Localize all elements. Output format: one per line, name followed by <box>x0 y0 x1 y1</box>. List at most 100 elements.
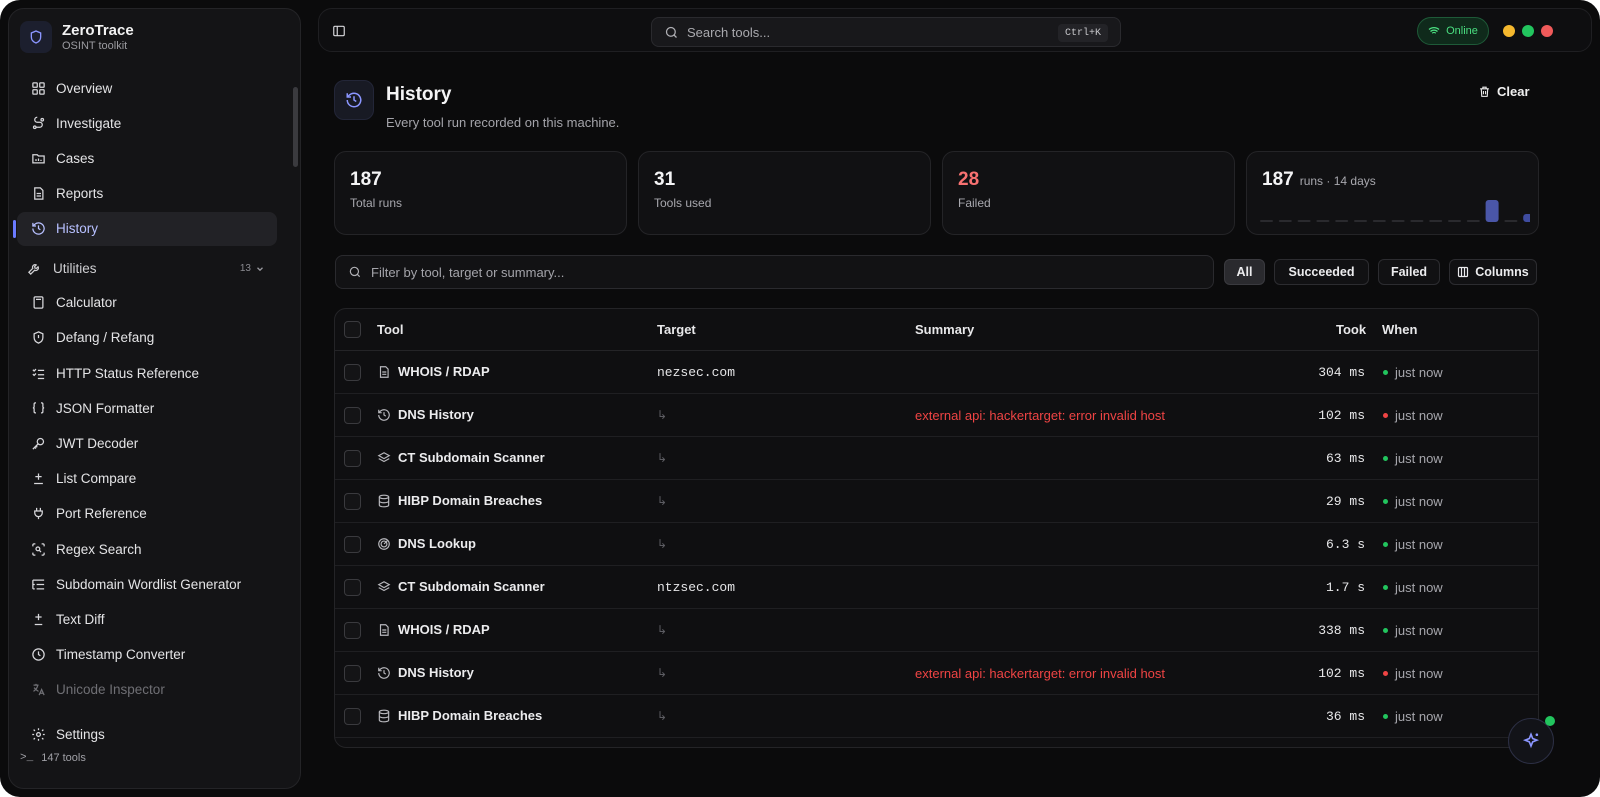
app-subtitle: OSINT toolkit <box>62 39 128 52</box>
table-row[interactable]: DNS Lookup ↳ 6.3 s just now <box>335 523 1538 566</box>
column-header-target[interactable]: Target <box>657 322 696 337</box>
sidebar-item-history[interactable]: History <box>13 211 277 246</box>
table-row[interactable]: WHOIS / RDAP nezsec.com 304 ms just now <box>335 351 1538 394</box>
columns-button[interactable]: Columns <box>1449 259 1537 285</box>
row-checkbox[interactable] <box>344 450 361 467</box>
online-status-label: Online <box>1446 25 1478 37</box>
sidebar-item-cases[interactable]: Cases <box>17 141 277 175</box>
sidebar-item-overview[interactable]: Overview <box>17 71 277 105</box>
tool-cell: WHOIS / RDAP <box>377 364 490 379</box>
app-name: ZeroTrace <box>62 21 134 39</box>
row-checkbox[interactable] <box>344 364 361 381</box>
success-status-dot <box>1383 499 1388 504</box>
database-icon <box>378 494 390 507</box>
sidebar-item-timestamp-converter[interactable]: Timestamp Converter <box>17 638 277 672</box>
sparkline-bar <box>1297 220 1311 222</box>
row-checkbox[interactable] <box>344 493 361 510</box>
keyboard-shortcut: Ctrl+K <box>1057 24 1108 42</box>
column-header-when[interactable]: When <box>1382 322 1417 337</box>
summary-cell: external api: hackertarget: error invali… <box>915 666 1166 681</box>
sidebar-item-label: Port Reference <box>56 506 147 522</box>
column-header-summary[interactable]: Summary <box>915 322 974 337</box>
sidebar-scrollbar[interactable] <box>293 87 298 167</box>
wifi-icon <box>1428 27 1440 36</box>
history-page-icon <box>334 80 374 120</box>
row-checkbox[interactable] <box>344 622 361 639</box>
close-button[interactable] <box>1541 25 1553 37</box>
sidebar-item-http-status[interactable]: HTTP Status Reference <box>17 356 277 390</box>
table-row[interactable]: CT Subdomain Scanner ntzsec.com 1.7 s just … <box>335 566 1538 609</box>
sidebar-item-unicode-inspector[interactable]: Unicode Inspector <box>17 673 277 707</box>
page-subtitle: Every tool run recorded on this machine. <box>386 115 620 130</box>
sidebar-item-regex-search[interactable]: Regex Search <box>17 532 277 566</box>
table-row[interactable]: HIBP Domain Breaches ↳ 29 ms just now <box>335 480 1538 523</box>
sidebar-item-settings[interactable]: Settings <box>17 717 285 751</box>
row-checkbox[interactable] <box>344 708 361 725</box>
target-cell: ↳ <box>657 451 668 465</box>
sidebar-item-investigate[interactable]: Investigate <box>17 106 277 140</box>
table-row[interactable]: HIBP Domain Breaches ↳ 36 ms just now <box>335 695 1538 738</box>
row-checkbox[interactable] <box>344 536 361 553</box>
table-row[interactable]: DNS History ↳ external api: hackertarget: … <box>335 652 1538 695</box>
tool-name: HIBP Domain Breaches <box>398 493 543 508</box>
sparkline-bar <box>1391 220 1405 222</box>
sidebar-toggle-icon[interactable] <box>332 24 346 38</box>
utilities-section-toggle[interactable]: Utilities 13 <box>17 252 277 286</box>
wrench-icon <box>27 261 45 276</box>
row-checkbox[interactable] <box>344 407 361 424</box>
filter-chip-all[interactable]: All <box>1224 259 1265 285</box>
utilities-count: 13 <box>240 263 265 274</box>
file-text-icon <box>379 623 389 636</box>
tool-cell: HIBP Domain Breaches <box>377 708 542 723</box>
sidebar-item-port-reference[interactable]: Port Reference <box>17 497 277 531</box>
sidebar-item-subdomain-wordlist[interactable]: Subdomain Wordlist Generator <box>17 567 277 601</box>
search-tools-input[interactable]: Search tools... Ctrl+K <box>651 17 1121 47</box>
app-window: ZeroTrace OSINT toolkit Overview Investi… <box>0 0 1600 797</box>
tool-cell: HIBP Domain Breaches <box>377 493 542 508</box>
sidebar-item-label: Regex Search <box>56 541 142 557</box>
row-checkbox[interactable] <box>344 579 361 596</box>
clear-label: Clear <box>1497 84 1530 99</box>
stat-card-activity: 187 runs · 14 days <box>1246 151 1539 235</box>
settings-label: Settings <box>56 726 105 742</box>
column-header-tool[interactable]: Tool <box>377 322 403 337</box>
took-cell: 338 ms <box>1318 623 1365 638</box>
maximize-button[interactable] <box>1522 25 1534 37</box>
filter-input[interactable]: Filter by tool, target or summary... <box>335 255 1214 289</box>
list-tree-icon <box>29 575 47 593</box>
select-all-checkbox[interactable] <box>344 321 361 338</box>
clear-history-button[interactable]: Clear <box>1478 84 1530 99</box>
layers-icon <box>377 580 391 591</box>
sidebar-item-label: History <box>56 221 99 237</box>
sidebar-item-text-diff[interactable]: Text Diff <box>17 602 277 636</box>
brand[interactable]: ZeroTrace OSINT toolkit <box>20 21 134 53</box>
gear-icon <box>29 725 47 743</box>
search-icon <box>664 25 679 40</box>
filter-chip-succeeded[interactable]: Succeeded <box>1274 259 1369 285</box>
sidebar-item-jwt-decoder[interactable]: JWT Decoder <box>17 427 277 461</box>
sidebar-item-json-formatter[interactable]: JSON Formatter <box>17 391 277 425</box>
table-row[interactable]: DNS History ↳ external api: hackertarget: … <box>335 394 1538 437</box>
target-cell: ↳ <box>657 537 668 551</box>
sidebar-item-reports[interactable]: Reports <box>17 177 277 211</box>
sidebar-item-label: JWT Decoder <box>56 436 139 451</box>
compare-icon <box>29 470 47 488</box>
sidebar-item-defang[interactable]: Defang / Refang <box>17 321 277 355</box>
column-header-took[interactable]: Took <box>1336 322 1366 337</box>
search-icon <box>348 265 362 279</box>
row-checkbox[interactable] <box>344 665 361 682</box>
sparkline-bar <box>1448 220 1461 222</box>
minimize-button[interactable] <box>1503 25 1515 37</box>
braces-icon <box>29 399 47 417</box>
tool-name: CT Subdomain Scanner <box>398 579 545 594</box>
filter-chip-failed[interactable]: Failed <box>1378 259 1440 285</box>
target-cell: ↳ <box>657 623 668 637</box>
table-row[interactable]: WHOIS / RDAP ↳ 338 ms just now <box>335 609 1538 652</box>
sparkline-bar <box>1485 200 1499 222</box>
folder-icon <box>29 149 47 167</box>
sidebar-item-list-compare[interactable]: List Compare <box>17 462 277 496</box>
table-row[interactable]: CT Subdomain Scanner ↳ 63 ms just now <box>335 437 1538 480</box>
radar-icon <box>378 537 390 550</box>
when-label: just now <box>1395 537 1443 552</box>
sidebar-item-calculator[interactable]: Calculator <box>17 286 277 320</box>
